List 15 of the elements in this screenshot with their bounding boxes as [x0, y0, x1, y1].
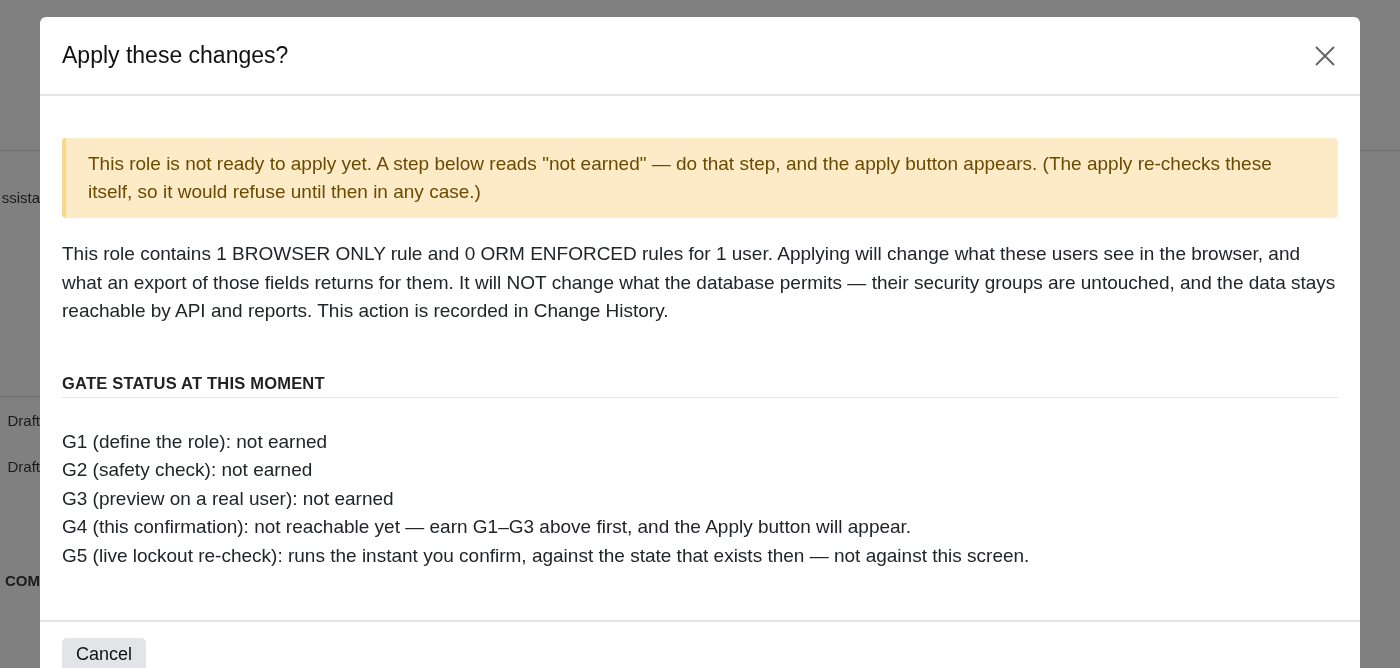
warning-alert: This role is not ready to apply yet. A step below reads "not earned" — do that step, and the apply button appears. (The apply re-checks these itself, so it would refuse until then in any case.): [62, 138, 1338, 218]
background-text: Draft: [7, 411, 40, 429]
background-text: Draft: [7, 457, 40, 475]
gate-status-text: G3 (preview on a real user): not earned: [62, 486, 395, 511]
close-icon: [1314, 44, 1336, 67]
section-heading: COM: [5, 572, 40, 589]
gate-status-text: G2 (safety check): not earned: [62, 458, 314, 482]
gate-status-text: G4 (this confirmation): not reachable yet — earn G1–G3 above first, and the Apply button will appear.: [62, 515, 913, 539]
section-heading: GATE STATUS AT THIS MOMENT: [62, 373, 1338, 398]
background-text: ssista: [1, 189, 40, 206]
description-text: This role contains 1 BROWSER ONLY rule and 0 ORM ENFORCED rules for 1 user. Applying will change what these users see in the browser, and what an export of those fields returns for them. It will NOT change what the database permits — their security groups are untouched, and the data stays reachable by API and reports. This action is recorded in Change History.: [62, 242, 1337, 323]
gate-status-text: G5 (live lockout re-check): runs the instant you confirm, against the state that exists then — not against this screen.: [62, 543, 1031, 568]
gate-status-text: G1 (define the role): not earned: [62, 429, 329, 454]
cancel-button[interactable]: Cancel: [62, 638, 147, 668]
dialog-title: Apply these changes?: [62, 42, 289, 69]
